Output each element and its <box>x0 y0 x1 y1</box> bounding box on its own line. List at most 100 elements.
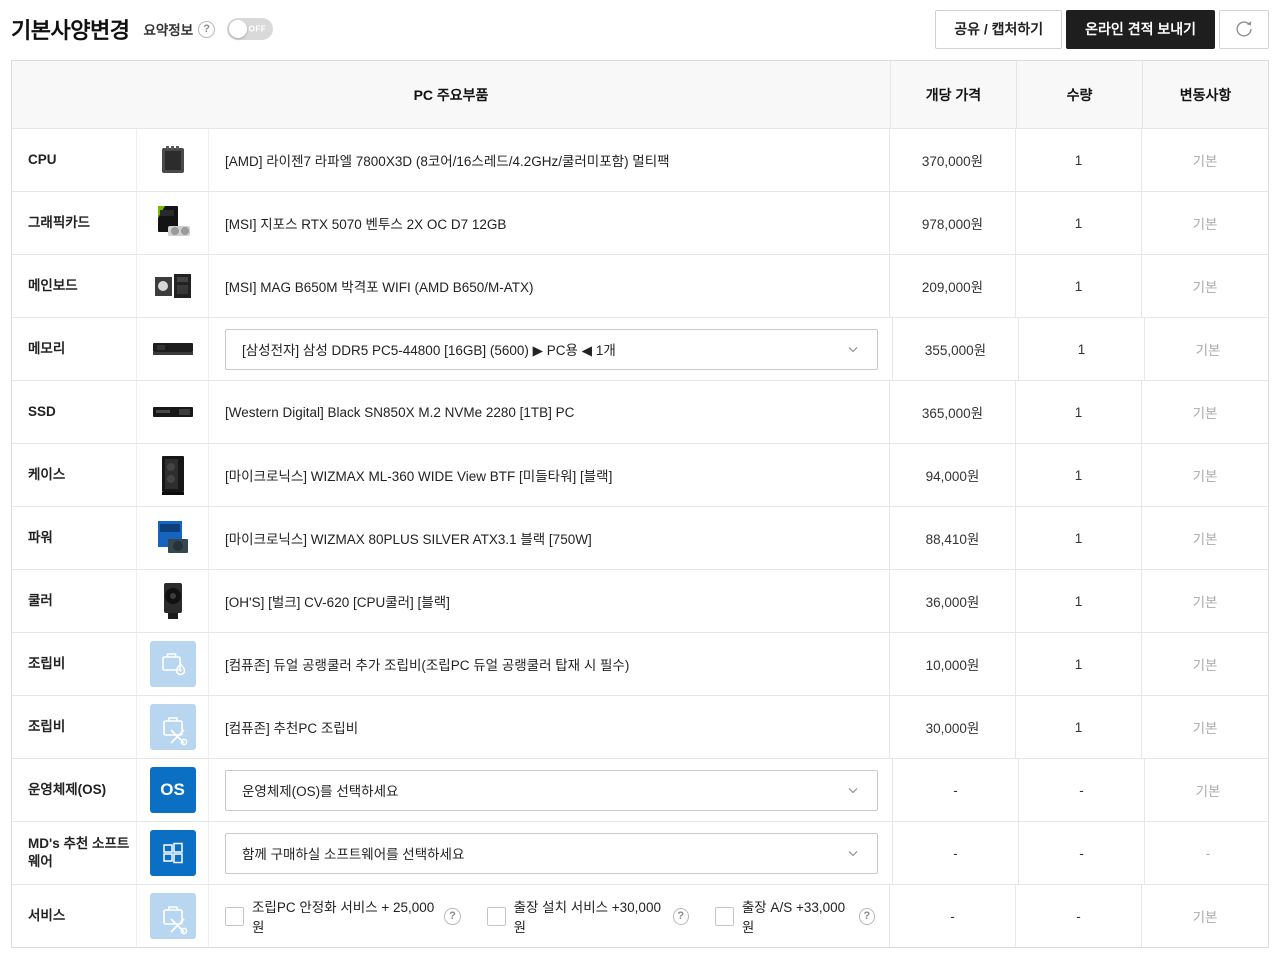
quantity: 1 <box>1016 255 1142 317</box>
product-name[interactable]: [MSI] MAG B650M 박격포 WIFI (AMD B650/M-ATX… <box>225 276 534 296</box>
product-name[interactable]: [컴퓨존] 듀얼 공랭쿨러 추가 조립비(조립PC 듀얼 공랭쿨러 탑재 시 필… <box>225 654 629 674</box>
table-row-assembly-2: 조립비 [컴퓨존] 추천PC 조립비 30,000원 1 기본 <box>12 695 1268 758</box>
change-status: 기본 <box>1192 658 1218 673</box>
memory-product-image <box>150 326 196 372</box>
quantity: 1 <box>1016 696 1142 758</box>
software-select[interactable]: 함께 구매하실 소프트웨어를 선택하세요 <box>225 832 878 874</box>
help-icon[interactable]: ? <box>672 907 689 925</box>
unit-price: 30,000원 <box>890 696 1016 758</box>
unit-price: - <box>890 885 1016 947</box>
spec-table: PC 주요부품 개당 가격 수량 변동사항 CPU [AMD] 라이젠7 라파엘… <box>11 60 1269 948</box>
product-name[interactable]: [OH'S] [벌크] CV-620 [CPU쿨러] [블랙] <box>225 591 450 611</box>
product-name[interactable]: [Western Digital] Black SN850X M.2 NVMe … <box>225 405 574 420</box>
service-option-label: 조립PC 안정화 서비스 + 25,000원 <box>252 900 435 935</box>
change-status: 기본 <box>1192 532 1218 547</box>
change-status: - <box>1205 845 1211 861</box>
toggle-state-label: OFF <box>248 24 267 34</box>
help-icon[interactable]: ? <box>858 907 875 925</box>
category-label: 메인보드 <box>12 255 137 317</box>
help-icon[interactable]: ? <box>444 907 461 925</box>
quantity: 1 <box>1016 507 1142 569</box>
category-label: 쿨러 <box>12 570 137 632</box>
as-checkbox[interactable] <box>714 906 734 926</box>
chevron-down-icon <box>848 346 858 353</box>
table-row-mainboard: 메인보드 [MSI] MAG B650M 박격포 WIFI (AMD B650/… <box>12 254 1268 317</box>
chevron-down-icon <box>848 787 858 794</box>
case-product-image <box>150 452 196 498</box>
category-label: 서비스 <box>12 885 137 947</box>
table-header: PC 주요부품 개당 가격 수량 변동사항 <box>12 61 1268 128</box>
change-status: 기본 <box>1192 406 1218 421</box>
summary-info-label: 요약정보 <box>143 23 194 38</box>
topbar: 기본사양변경 요약정보 ? OFF 공유 / 캡처하기 온라인 견적 보내기 <box>11 6 1269 52</box>
help-icon[interactable]: ? <box>198 20 216 38</box>
change-status: 기본 <box>1195 784 1221 799</box>
change-status: 기본 <box>1192 280 1218 295</box>
quantity: 1 <box>1016 381 1142 443</box>
category-label: MD's 추천 소프트웨어 <box>12 822 137 884</box>
service-option-install: 출장 설치 서비스 +30,000원 ? <box>486 896 689 936</box>
table-row-power: 파워 [마이크로닉스] WIZMAX 80PLUS SILVER ATX3.1 … <box>12 506 1268 569</box>
refresh-icon <box>1236 21 1252 37</box>
product-name[interactable]: [AMD] 라이젠7 라파엘 7800X3D (8코어/16스레드/4.2GHz… <box>225 150 670 170</box>
category-label: 조립비 <box>12 696 137 758</box>
col-header-quantity: 수량 <box>1016 61 1142 128</box>
summary-toggle[interactable]: OFF <box>227 18 274 40</box>
unit-price: 370,000원 <box>890 129 1016 191</box>
chevron-down-icon <box>848 850 858 857</box>
product-name[interactable]: [MSI] 지포스 RTX 5070 벤투스 2X OC D7 12GB <box>225 213 506 233</box>
table-row-cpu: CPU [AMD] 라이젠7 라파엘 7800X3D (8코어/16스레드/4.… <box>12 128 1268 191</box>
service-option-as: 출장 A/S +33,000원 ? <box>714 896 875 936</box>
unit-price: 209,000원 <box>890 255 1016 317</box>
product-name[interactable]: [마이크로닉스] WIZMAX 80PLUS SILVER ATX3.1 블랙 … <box>225 528 592 548</box>
quantity: 1 <box>1016 192 1142 254</box>
table-row-assembly-1: 조립비 [컴퓨존] 듀얼 공랭쿨러 추가 조립비(조립PC 듀얼 공랭쿨러 탑재… <box>12 632 1268 695</box>
col-header-parts: PC 주요부품 <box>413 86 489 103</box>
stabilization-checkbox[interactable] <box>225 906 244 926</box>
refresh-button[interactable] <box>1219 9 1269 49</box>
table-row-os: 운영체제(OS) OS 운영체제(OS)를 선택하세요 - - 기본 <box>12 758 1268 821</box>
install-checkbox[interactable] <box>486 906 506 926</box>
col-header-changes: 변동사항 <box>1142 61 1268 128</box>
unit-price: - <box>893 822 1019 884</box>
change-status: 기본 <box>1192 217 1218 232</box>
cooler-product-image <box>150 578 196 624</box>
quantity: 1 <box>1019 318 1145 380</box>
unit-price: 355,000원 <box>893 318 1019 380</box>
table-row-ssd: SSD [Western Digital] Black SN850X M.2 N… <box>12 380 1268 443</box>
topbar-actions: 공유 / 캡처하기 온라인 견적 보내기 <box>935 9 1269 49</box>
send-online-quote-button[interactable]: 온라인 견적 보내기 <box>1066 9 1215 49</box>
page: 기본사양변경 요약정보 ? OFF 공유 / 캡처하기 온라인 견적 보내기 P… <box>11 0 1269 948</box>
unit-price: 10,000원 <box>890 633 1016 695</box>
change-status: 기본 <box>1192 595 1218 610</box>
table-row-software: MD's 추천 소프트웨어 함께 구매하실 소프트웨어를 선택하세요 - - - <box>12 821 1268 884</box>
table-row-cooler: 쿨러 [OH'S] [벌크] CV-620 [CPU쿨러] [블랙] 36,00… <box>12 569 1268 632</box>
change-status: 기본 <box>1195 343 1221 358</box>
change-status: 기본 <box>1192 469 1218 484</box>
gpu-product-image <box>150 200 196 246</box>
product-name[interactable]: [마이크로닉스] WIZMAX ML-360 WIDE View BTF [미들… <box>225 465 612 485</box>
product-name[interactable]: [컴퓨존] 추천PC 조립비 <box>225 717 358 737</box>
quantity: 1 <box>1016 570 1142 632</box>
category-label: 케이스 <box>12 444 137 506</box>
memory-select-value: [삼성전자] 삼성 DDR5 PC5-44800 [16GB] (5600) ▶… <box>242 343 616 358</box>
unit-price: 36,000원 <box>890 570 1016 632</box>
unit-price: - <box>893 759 1019 821</box>
change-status: 기본 <box>1192 721 1218 736</box>
col-header-unit-price: 개당 가격 <box>890 61 1016 128</box>
quantity: - <box>1019 759 1145 821</box>
memory-select[interactable]: [삼성전자] 삼성 DDR5 PC5-44800 [16GB] (5600) ▶… <box>225 328 878 370</box>
change-status: 기본 <box>1192 154 1218 169</box>
service-options: 조립PC 안정화 서비스 + 25,000원 ? 출장 설치 서비스 +30,0… <box>225 896 875 936</box>
change-status: 기본 <box>1192 910 1218 925</box>
share-capture-button[interactable]: 공유 / 캡처하기 <box>935 9 1063 49</box>
unit-price: 978,000원 <box>890 192 1016 254</box>
category-label: 메모리 <box>12 318 137 380</box>
table-row-gpu: 그래픽카드 [MSI] 지포스 RTX 5070 벤투스 2X OC D7 12… <box>12 191 1268 254</box>
quantity: 1 <box>1016 444 1142 506</box>
unit-price: 365,000원 <box>890 381 1016 443</box>
cpu-product-image <box>150 137 196 183</box>
os-select[interactable]: 운영체제(OS)를 선택하세요 <box>225 769 878 811</box>
mainboard-product-image <box>150 263 196 309</box>
quantity: 1 <box>1016 633 1142 695</box>
